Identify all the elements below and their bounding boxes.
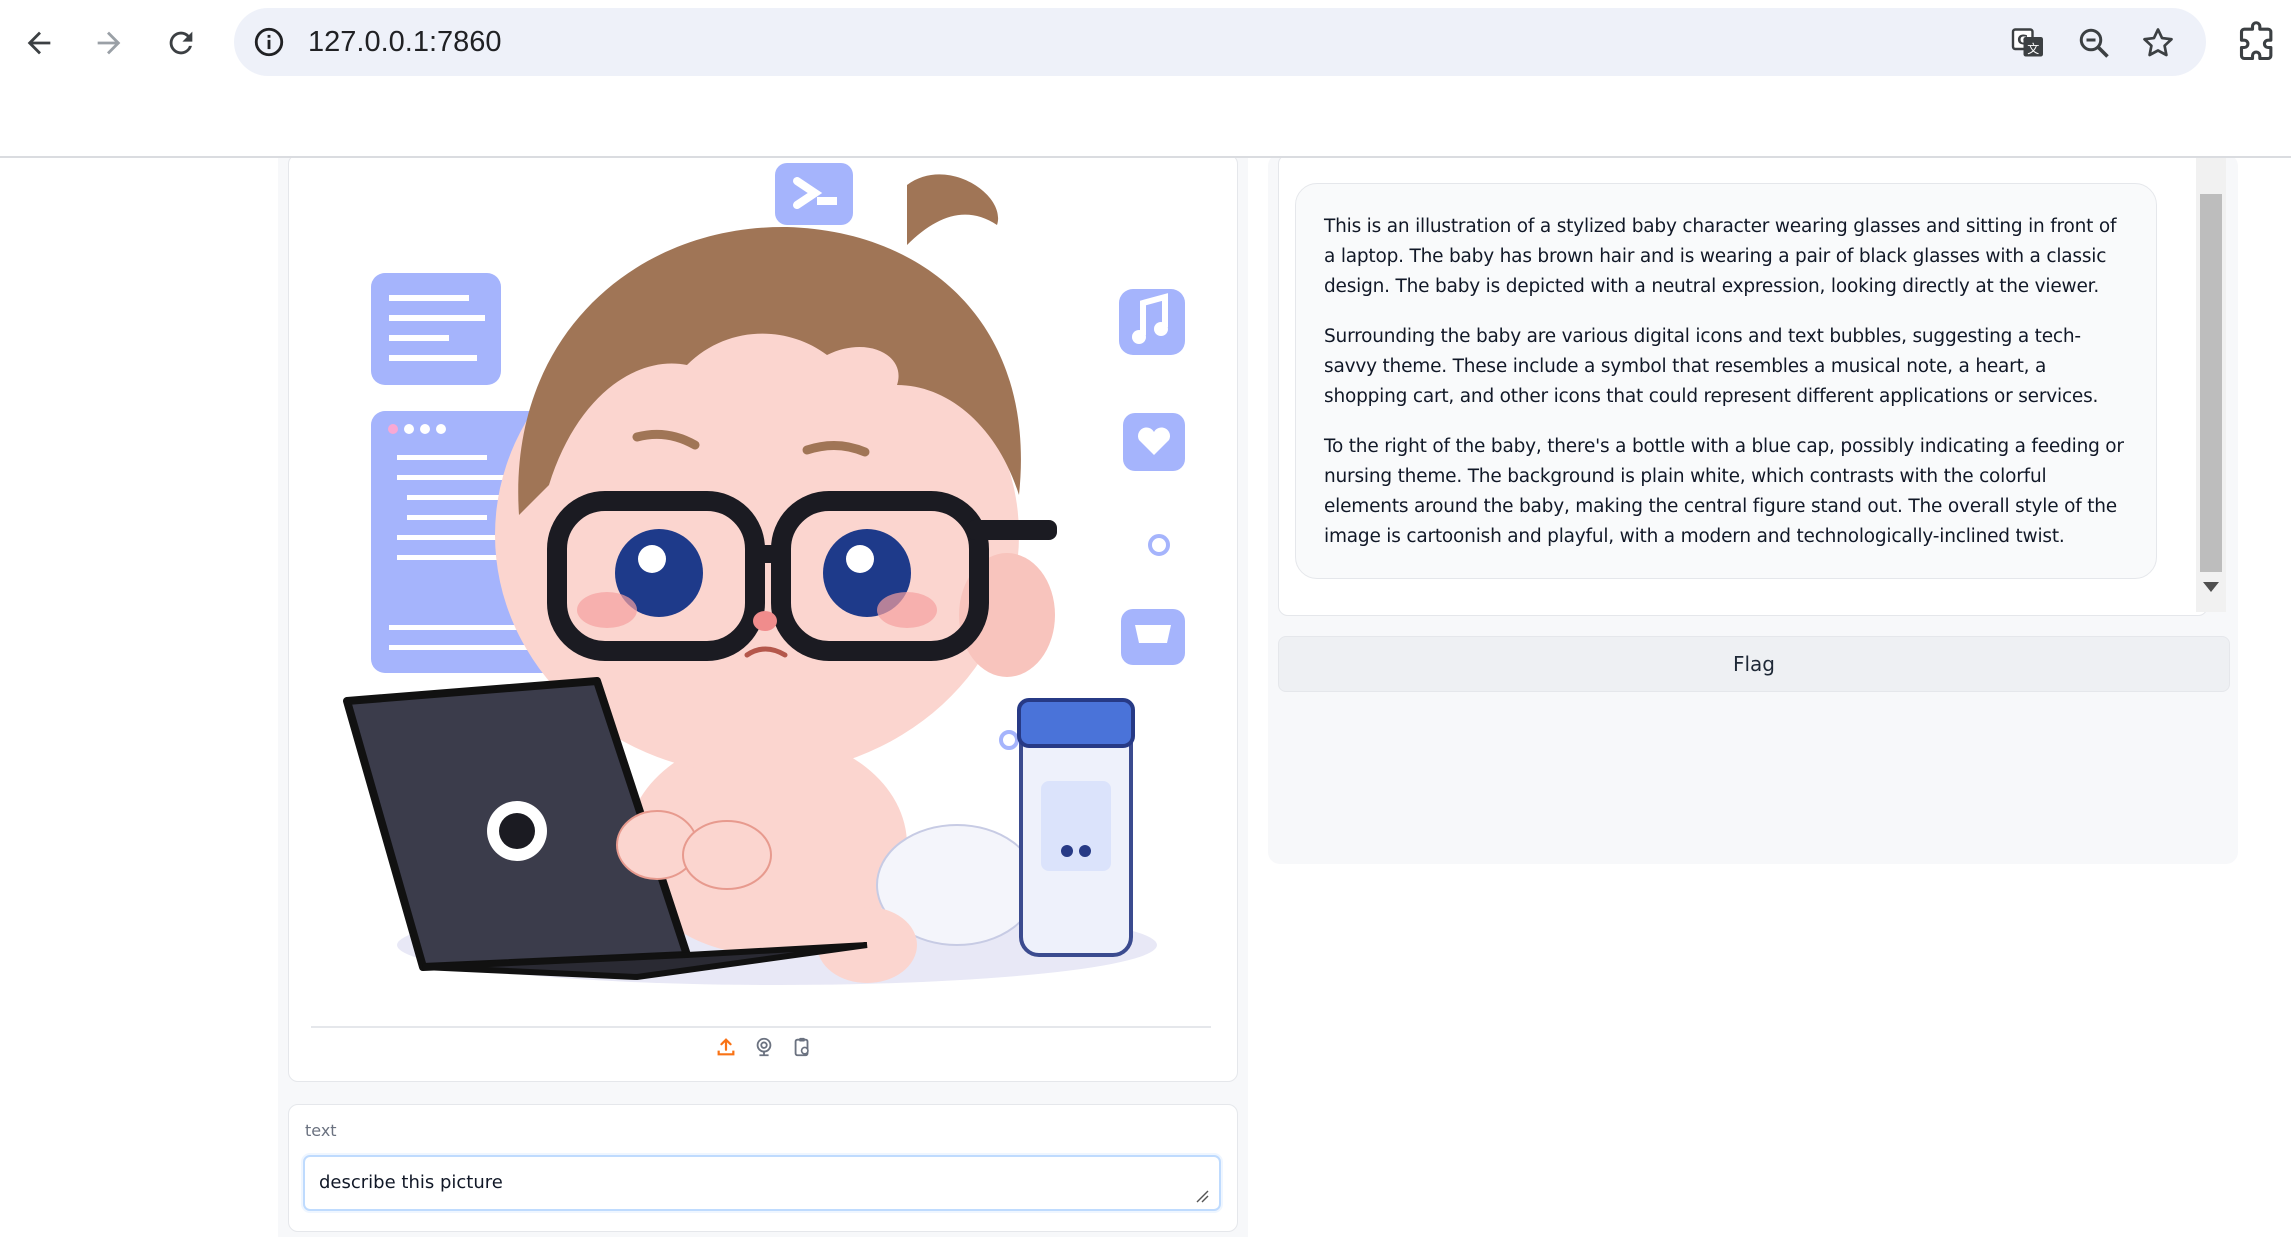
- back-arrow-icon: [27, 31, 51, 55]
- text-input-label: text: [305, 1121, 337, 1140]
- back-button[interactable]: [14, 18, 64, 68]
- input-column: text describe this picture: [278, 158, 1248, 1237]
- reload-icon: [169, 31, 193, 55]
- address-bar[interactable]: 127.0.0.1:7860 G 文: [234, 8, 2206, 76]
- reload-button[interactable]: [156, 18, 206, 68]
- gradio-app: text describe this picture This is an il…: [0, 158, 2291, 1237]
- resize-handle-icon[interactable]: [1195, 1189, 1209, 1203]
- url-text[interactable]: 127.0.0.1:7860: [308, 8, 502, 76]
- response-paragraph-1: This is an illustration of a stylized ba…: [1324, 216, 2117, 297]
- extensions-icon[interactable]: [2236, 20, 2280, 64]
- flag-button[interactable]: Flag: [1278, 636, 2230, 692]
- image-source-selector: [289, 1035, 1237, 1075]
- prompt-textarea[interactable]: describe this picture: [303, 1155, 1221, 1211]
- image-input[interactable]: [288, 158, 1238, 1082]
- image-toolbar-divider: [311, 1026, 1211, 1028]
- clipboard-icon[interactable]: [790, 1035, 814, 1059]
- response-paragraph-2: Surrounding the baby are various digital…: [1324, 326, 2099, 407]
- upload-icon[interactable]: [714, 1035, 738, 1059]
- chat-output: This is an illustration of a stylized ba…: [1278, 158, 2208, 616]
- svg-text:文: 文: [2027, 41, 2039, 56]
- scroll-down-icon[interactable]: [2203, 582, 2219, 592]
- uploaded-image: [343, 163, 1185, 985]
- output-column: This is an illustration of a stylized ba…: [1268, 158, 2238, 864]
- scroll-thumb[interactable]: [2200, 194, 2222, 572]
- webcam-icon[interactable]: [752, 1035, 776, 1059]
- site-info-icon[interactable]: [252, 25, 286, 59]
- forward-arrow-icon: [97, 31, 121, 55]
- response-paragraph-3: To the right of the baby, there's a bott…: [1324, 436, 2124, 547]
- text-input-block: text describe this picture: [288, 1104, 1238, 1232]
- bookmark-star-icon[interactable]: [2140, 25, 2176, 61]
- output-scrollbar[interactable]: [2196, 158, 2226, 612]
- browser-toolbar: 127.0.0.1:7860 G 文: [0, 0, 2291, 84]
- forward-button[interactable]: [84, 18, 134, 68]
- zoom-icon[interactable]: [2076, 25, 2112, 61]
- translate-icon[interactable]: G 文: [2010, 25, 2046, 61]
- response-message: This is an illustration of a stylized ba…: [1295, 183, 2157, 579]
